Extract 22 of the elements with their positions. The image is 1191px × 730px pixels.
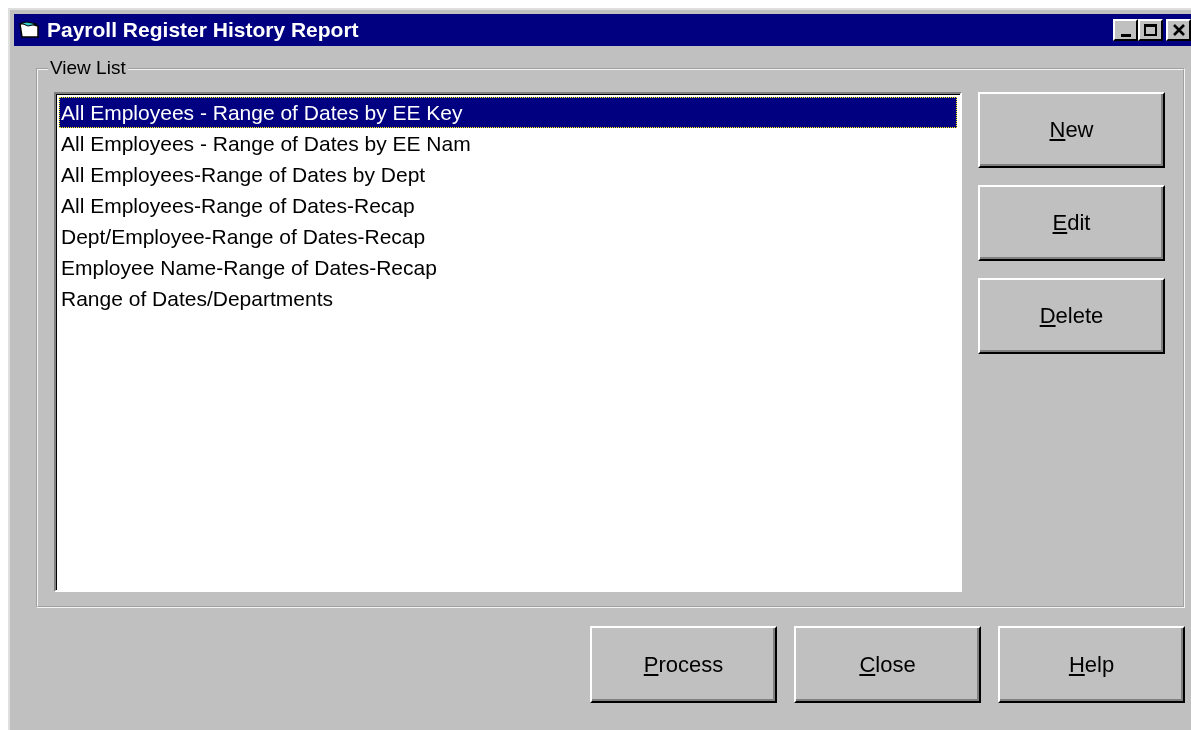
list-item[interactable]: All Employees - Range of Dates by EE Key [59,97,957,128]
list-item[interactable]: Dept/Employee-Range of Dates-Recap [59,221,957,252]
dialog-button[interactable]: Close [794,626,981,703]
dialog-button[interactable]: Process [590,626,777,703]
dialog-button[interactable]: Help [998,626,1185,703]
action-button[interactable]: Delete [978,278,1165,354]
list-item[interactable]: All Employees - Range of Dates by EE Nam [59,128,957,159]
action-button[interactable]: New [978,92,1165,168]
action-button[interactable]: Edit [978,185,1165,261]
folder-icon [18,20,42,40]
list-item[interactable]: Employee Name-Range of Dates-Recap [59,252,957,283]
close-button[interactable] [1166,19,1191,41]
list-box[interactable] [54,92,962,592]
list-item[interactable]: All Employees-Range of Dates-Recap [59,190,957,221]
minimize-icon [1120,33,1131,37]
minimize-button[interactable] [1113,19,1138,41]
list-item[interactable]: Range of Dates/Departments [59,283,957,314]
list-item[interactable]: All Employees-Range of Dates by Dept [59,159,957,190]
close-icon [1171,23,1186,37]
window-title: Payroll Register History Report [47,18,359,42]
maximize-button[interactable] [1138,19,1163,41]
maximize-icon [1144,24,1157,36]
